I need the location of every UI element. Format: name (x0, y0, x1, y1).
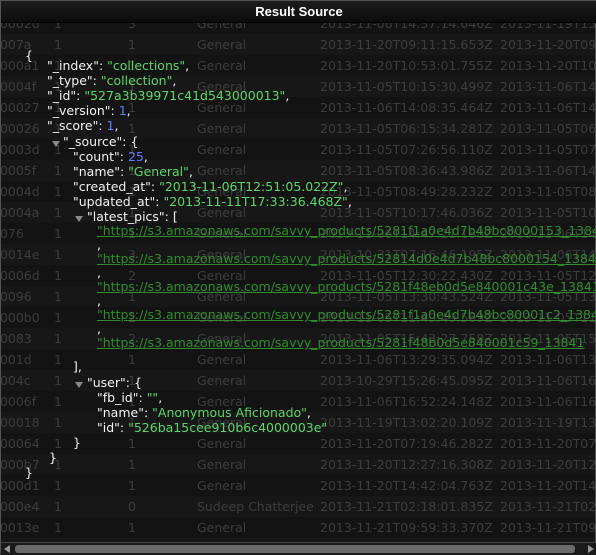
json-comma: , (97, 321, 101, 336)
json-user-close: } (73, 435, 81, 450)
json-pics-close: ], (73, 359, 82, 374)
pic-link[interactable]: "https://s3.amazonaws.com/savvy_products… (97, 335, 584, 350)
json-user-name-line: "name": "Anonymous Aficionado", (97, 405, 311, 420)
json-updated-line: "updated_at": "2013-11-11T17:33:36.468Z"… (73, 194, 352, 209)
json-open-brace: { (25, 48, 33, 63)
json-pics-line: "latest_pics": [ (87, 209, 178, 224)
json-index-line: "_index": "collections", (47, 58, 190, 73)
json-name-line: "name": "General", (73, 164, 193, 179)
json-count-line: "count": 25, (73, 149, 148, 164)
pic-link[interactable]: "https://s3.amazonaws.com/savvy_products… (97, 307, 596, 322)
json-type-line: "_type": "collection", (47, 73, 177, 88)
json-version-line: "_version": 1, (47, 103, 131, 118)
json-score-line: "_score": 1, (47, 118, 119, 133)
json-root-close: } (25, 465, 33, 480)
json-source-view: { "_index": "collections", "_type": "col… (1, 1, 596, 554)
collapse-source-icon[interactable] (52, 141, 60, 147)
scrollbar-thumb[interactable] (15, 545, 575, 553)
json-comma: , (97, 237, 101, 252)
json-source-close: } (49, 450, 57, 465)
pic-link[interactable]: "https://s3.amazonaws.com/savvy_products… (97, 251, 596, 266)
pic-link[interactable]: "https://s3.amazonaws.com/savvy_products… (97, 223, 596, 238)
json-id-line: "_id": "527a3b39971c41d543000013", (47, 88, 290, 103)
scroll-right-icon[interactable] (588, 545, 594, 553)
json-user-id-line: "id": "526ba15cee910b6c4000003e" (97, 420, 328, 435)
json-user-line: "user": { (87, 375, 142, 390)
json-comma: , (97, 293, 101, 308)
pic-link[interactable]: "https://s3.amazonaws.com/savvy_products… (97, 279, 596, 294)
json-fb-line: "fb_id": "", (97, 390, 163, 405)
result-source-dialog: Result Source { "_index": "collections",… (0, 0, 596, 555)
scroll-left-icon[interactable] (4, 545, 10, 553)
horizontal-scrollbar[interactable] (1, 542, 596, 555)
collapse-user-icon[interactable] (75, 382, 83, 388)
json-comma: , (97, 265, 101, 280)
json-created-line: "created_at": "2013-11-06T12:51:05.022Z"… (73, 179, 348, 194)
json-source-line: "_source": { (63, 134, 139, 149)
collapse-pics-icon[interactable] (75, 216, 83, 222)
